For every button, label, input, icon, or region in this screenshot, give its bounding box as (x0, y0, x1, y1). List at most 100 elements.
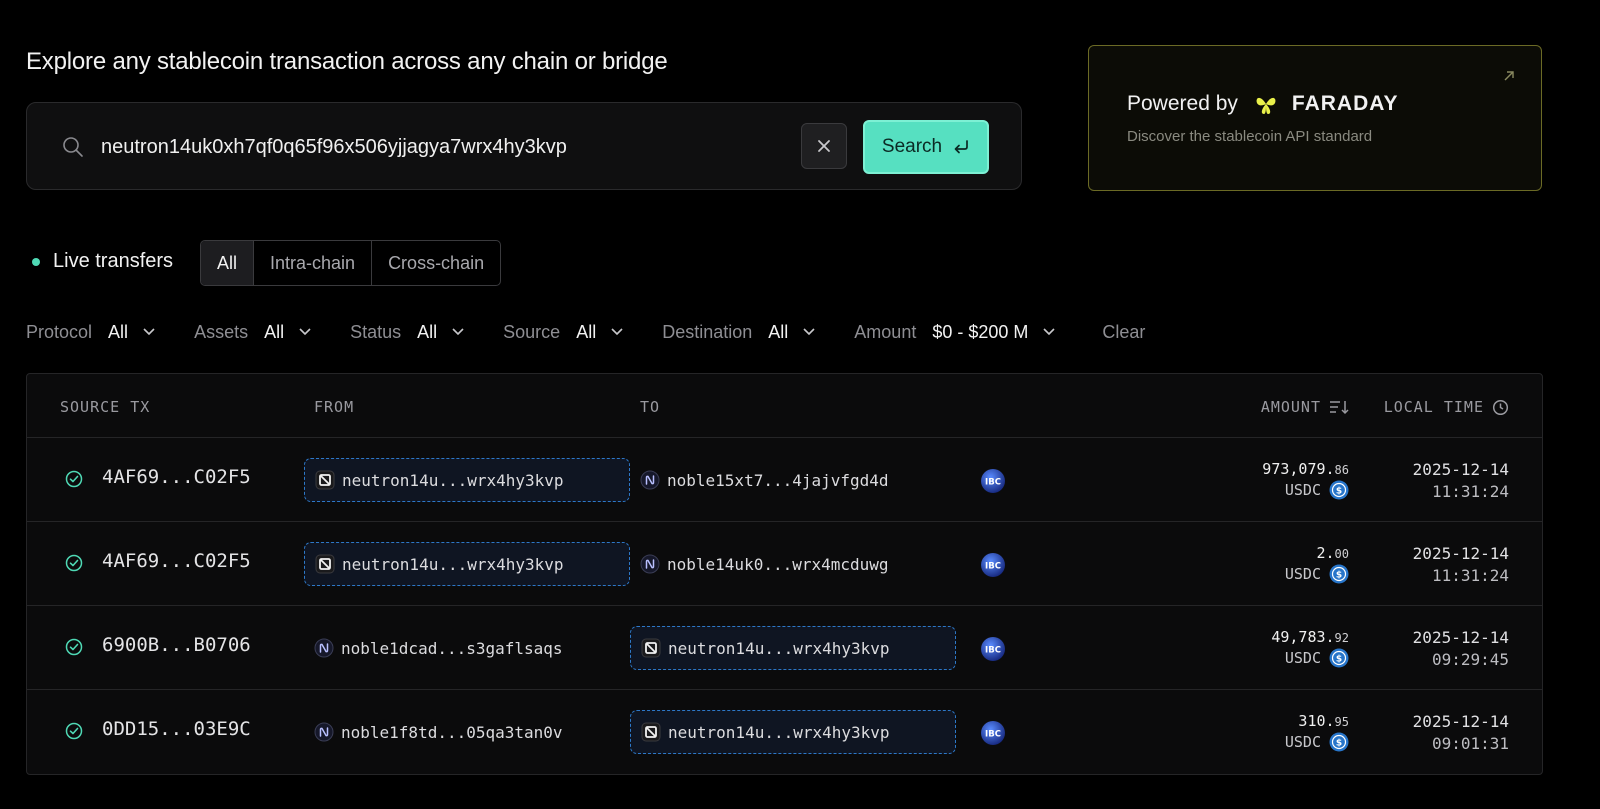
asset-symbol: USDC (1284, 733, 1321, 751)
ibc-protocol-icon: IBC (981, 637, 1005, 661)
tab-intra-chain[interactable]: Intra-chain (253, 241, 371, 285)
search-button-label: Search (881, 136, 943, 157)
to-address[interactable]: noble14uk0...wrx4mcduwg (630, 542, 956, 586)
filter-source[interactable]: Source All (503, 322, 624, 343)
table-row[interactable]: 4AF69...C02F5 neutron14u...wrx4hy3kvp nobl… (27, 522, 1542, 606)
local-date: 2025-12-14 (1412, 460, 1509, 479)
local-time: 11:31:24 (1431, 566, 1509, 585)
asset-symbol: USDC (1284, 649, 1321, 667)
filter-label: Source (503, 321, 561, 342)
faraday-brand: FARADAY (1291, 92, 1399, 115)
usdc-icon: $ (1329, 732, 1349, 752)
live-transfers-label: Live transfers (32, 250, 173, 273)
source-tx-link[interactable]: 6900B...B0706 (102, 634, 251, 656)
amount-cell: 973,079.86 USDC $ (1262, 459, 1349, 500)
filter-label: Status (350, 321, 402, 342)
tab-all[interactable]: All (201, 241, 254, 285)
neutron-chain-icon (315, 470, 335, 490)
chevron-down-icon (143, 328, 155, 336)
column-amount[interactable]: AMOUNT (1261, 398, 1349, 416)
amount-decimal: 92 (1334, 631, 1349, 645)
local-date: 2025-12-14 (1412, 544, 1509, 563)
sort-icon (1330, 401, 1349, 415)
filter-value: All (417, 321, 438, 342)
column-from: FROM (314, 398, 355, 416)
amount-cell: 2.00 USDC $ (1285, 543, 1349, 584)
filter-protocol[interactable]: Protocol All (26, 322, 156, 343)
faraday-logo-icon (1256, 97, 1276, 114)
filter-amount[interactable]: Amount $0 - $200 M (854, 322, 1056, 343)
noble-chain-icon (314, 722, 334, 742)
transfer-type-tabs: All Intra-chain Cross-chain (200, 240, 502, 286)
to-address-text: noble15xt7...4jajvfgd4d (667, 470, 889, 490)
table-row[interactable]: 0DD15...03E9C noble1f8td...05qa3tan0v neut… (27, 690, 1542, 774)
asset-symbol: USDC (1284, 565, 1321, 583)
filter-destination[interactable]: Destination All (662, 322, 816, 343)
to-address[interactable]: neutron14u...wrx4hy3kvp (630, 626, 956, 670)
from-address[interactable]: noble1dcad...s3gaflsaqs (304, 626, 630, 670)
filter-value: All (768, 321, 789, 342)
from-address[interactable]: neutron14u...wrx4hy3kvp (304, 458, 630, 502)
ibc-protocol-icon: IBC (981, 469, 1005, 493)
filter-label: Amount (854, 321, 917, 342)
live-transfers-text: Live transfers (53, 250, 174, 272)
local-time-cell: 2025-12-14 11:31:24 (1413, 459, 1509, 503)
source-tx-link[interactable]: 4AF69...C02F5 (102, 466, 251, 488)
from-address-text: noble1f8td...05qa3tan0v (341, 722, 563, 742)
amount-cell: 310.95 USDC $ (1285, 711, 1349, 752)
page-title: Explore any stablecoin transaction acros… (26, 48, 668, 75)
to-address[interactable]: neutron14u...wrx4hy3kvp (630, 710, 956, 754)
table-row[interactable]: 4AF69...C02F5 neutron14u...wrx4hy3kvp nobl… (27, 438, 1542, 522)
filter-status[interactable]: Status All (350, 322, 465, 343)
amount-cell: 49,783.92 USDC $ (1271, 627, 1349, 668)
column-amount-label: AMOUNT (1260, 398, 1321, 416)
filter-label: Assets (194, 321, 249, 342)
chevron-down-icon (803, 328, 815, 336)
neutron-chain-icon (641, 722, 661, 742)
clock-icon (1492, 399, 1509, 415)
powered-by-label: Powered by (1127, 92, 1238, 115)
faraday-promo-card[interactable]: Powered by FARADAY Discover the stableco… (1088, 45, 1542, 191)
clear-search-button[interactable] (801, 123, 847, 169)
from-address[interactable]: neutron14u...wrx4hy3kvp (304, 542, 630, 586)
column-source-tx: SOURCE TX (60, 398, 151, 416)
ibc-protocol-icon: IBC (981, 721, 1005, 745)
tab-cross-chain[interactable]: Cross-chain (371, 241, 500, 285)
ibc-protocol-icon: IBC (981, 553, 1005, 577)
promo-subtitle: Discover the stablecoin API standard (1127, 128, 1373, 145)
svg-text:$: $ (1336, 571, 1342, 581)
svg-text:IBC: IBC (985, 730, 1001, 740)
to-address-text: neutron14u...wrx4hy3kvp (668, 722, 890, 742)
usdc-icon: $ (1329, 648, 1349, 668)
search-button[interactable]: Search (863, 120, 989, 174)
filter-assets[interactable]: Assets All (194, 322, 312, 343)
svg-text:IBC: IBC (985, 478, 1001, 488)
filter-label: Protocol (26, 321, 93, 342)
neutron-chain-icon (641, 638, 661, 658)
success-check-icon (65, 470, 83, 488)
source-tx-link[interactable]: 4AF69...C02F5 (102, 550, 251, 572)
amount-integer: 310. (1298, 712, 1335, 730)
to-address[interactable]: noble15xt7...4jajvfgd4d (630, 458, 956, 502)
svg-text:$: $ (1336, 655, 1342, 665)
svg-text:IBC: IBC (985, 646, 1001, 656)
source-tx-link[interactable]: 0DD15...03E9C (102, 718, 251, 740)
local-time-cell: 2025-12-14 11:31:24 (1413, 543, 1509, 587)
amount-decimal: 86 (1334, 463, 1349, 477)
table-row[interactable]: 6900B...B0706 noble1dcad...s3gaflsaqs neut… (27, 606, 1542, 690)
transfers-table: SOURCE TX FROM TO AMOUNT LOCAL TIME 4AF6… (26, 373, 1543, 775)
filter-value: All (264, 321, 285, 342)
success-check-icon (65, 638, 83, 656)
local-time-cell: 2025-12-14 09:29:45 (1413, 627, 1509, 671)
from-address[interactable]: noble1f8td...05qa3tan0v (304, 710, 630, 754)
search-input[interactable]: neutron14uk0xh7qf0q65f96x506yjjagya7wrx4… (101, 133, 567, 161)
chevron-down-icon (611, 328, 623, 336)
close-icon (818, 140, 830, 152)
from-address-text: noble1dcad...s3gaflsaqs (341, 638, 563, 658)
svg-text:IBC: IBC (985, 562, 1001, 572)
clear-filters-button[interactable]: Clear (1102, 322, 1145, 343)
local-time: 11:31:24 (1431, 482, 1509, 501)
from-address-text: neutron14u...wrx4hy3kvp (342, 554, 564, 574)
local-time: 09:01:31 (1431, 734, 1509, 753)
noble-chain-icon (640, 470, 660, 490)
